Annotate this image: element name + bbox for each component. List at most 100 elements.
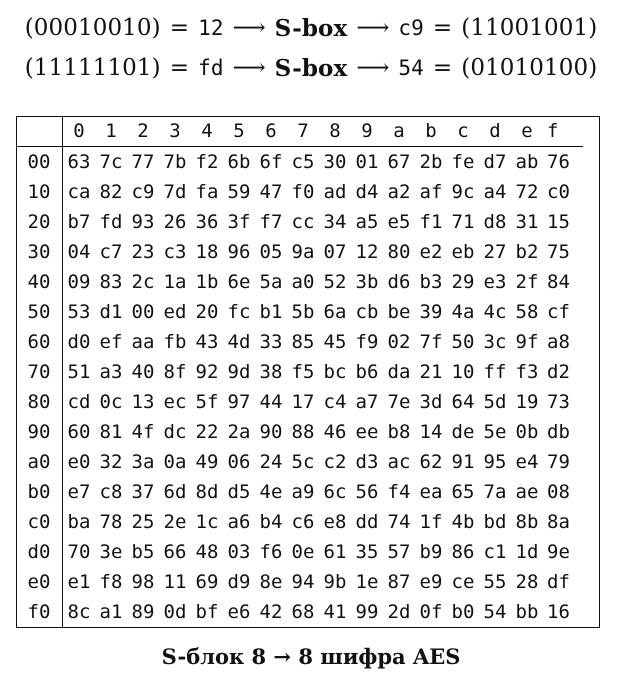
sbox-cell: 6f	[259, 151, 283, 173]
sbox-cell: 6e	[227, 271, 251, 293]
sbox-cell: eb	[451, 241, 475, 263]
sbox-cell: de	[451, 421, 475, 443]
formula-line-1: (00010010) = 12 ⟶ S-box ⟶ c9 = (11001001…	[0, 8, 622, 48]
sbox-cell: 37	[131, 481, 155, 503]
sbox-cell: 44	[259, 391, 283, 413]
sbox-cell: 06	[227, 451, 251, 473]
sbox-cell: f0	[291, 181, 315, 203]
sbox-cell: 0e	[291, 541, 315, 563]
sbox-cell: 41	[323, 601, 347, 623]
sbox-cell: 66	[163, 541, 187, 563]
sbox-cell: 77	[131, 151, 155, 173]
row-header: 40	[16, 267, 63, 297]
sbox-cell: 1d	[515, 541, 539, 563]
sbox-cell: 08	[547, 481, 570, 503]
sbox-cell: 3e	[99, 541, 123, 563]
sbox-cell: dc	[163, 421, 187, 443]
sbox-cell: 5e	[483, 421, 507, 443]
formula-input-binary: (00010010)	[24, 15, 161, 41]
sbox-cell: 02	[387, 331, 411, 353]
row-header: 90	[16, 417, 63, 447]
sbox-cell: c0	[547, 181, 570, 203]
sbox-cell: 2e	[163, 511, 187, 533]
row-header: 70	[16, 357, 63, 387]
sbox-cell: 4e	[259, 481, 283, 503]
sbox-cell: 79	[547, 451, 570, 473]
sbox-cell: 1b	[195, 271, 219, 293]
sbox-cell: ac	[387, 451, 411, 473]
sbox-cell: ad	[323, 181, 347, 203]
sbox-cell: d5	[227, 481, 251, 503]
sbox-cell: a2	[387, 181, 411, 203]
row-header: d0	[16, 537, 63, 567]
sbox-cell: 4d	[227, 331, 251, 353]
sbox-cell: 91	[451, 451, 475, 473]
column-header: 0	[62, 116, 95, 147]
sbox-cell: bd	[483, 511, 507, 533]
sbox-cell: ec	[163, 391, 187, 413]
sbox-cell: 42	[259, 601, 283, 623]
sbox-cell: 71	[451, 211, 475, 233]
sbox-cell: 53	[67, 301, 91, 323]
sbox-cell: 24	[259, 451, 283, 473]
sbox-cell: 2b	[419, 151, 443, 173]
sbox-cell: 01	[355, 151, 379, 173]
sbox-cell: 4f	[131, 421, 155, 443]
formula-output-hex: c9	[398, 16, 424, 40]
row-header: 80	[16, 387, 63, 417]
sbox-cell: 21	[419, 361, 443, 383]
sbox-cell: 52	[323, 271, 347, 293]
sbox-cell: 51	[67, 361, 91, 383]
sbox-cell: a4	[483, 181, 507, 203]
sbox-cell: c9	[131, 181, 155, 203]
row-header: 00	[16, 146, 63, 177]
sbox-table-body: 00 63 7c 77 7b f2 6b 6f c5 30 01 67 2b fe d7 ab 76 10 ca 82…	[16, 146, 583, 627]
sbox-cell: 8b	[515, 511, 539, 533]
column-header: 8	[319, 116, 351, 147]
column-header: 6	[255, 116, 287, 147]
sbox-cell: d2	[547, 361, 570, 383]
sbox-cell: 93	[131, 211, 155, 233]
formula-output-binary: (01010100)	[461, 55, 598, 81]
column-header: d	[479, 116, 511, 147]
sbox-cell: a8	[547, 331, 570, 353]
sbox-cell: 27	[483, 241, 507, 263]
sbox-cell: 6b	[227, 151, 251, 173]
row-header: 30	[16, 237, 63, 267]
table-corner-cell	[16, 116, 63, 147]
formula-equals-sign: =	[432, 55, 453, 81]
sbox-cell: 22	[195, 421, 219, 443]
sbox-cell: b1	[259, 301, 283, 323]
sbox-cell: d3	[355, 451, 379, 473]
column-header: 2	[127, 116, 159, 147]
sbox-cell: fd	[99, 211, 123, 233]
sbox-cell: d8	[483, 211, 507, 233]
sbox-cell: b2	[515, 241, 539, 263]
table-row: 30 04 c7 23 c3 18 96 05 9a 07 12 80 e2 eb 27 b2 75	[16, 237, 583, 267]
column-header: 4	[191, 116, 223, 147]
table-row: b0 e7 c8 37 6d 8d d5 4e a9 6c 56 f4 ea 65 7a ae 08	[16, 477, 583, 507]
sbox-cell: e1	[67, 571, 91, 593]
table-row: 90 60 81 4f dc 22 2a 90 88 46 ee b8 14 de 5e 0b db	[16, 417, 583, 447]
sbox-cell: dd	[355, 511, 379, 533]
sbox-cell: e4	[515, 451, 539, 473]
sbox-cell: 14	[419, 421, 443, 443]
column-header: a	[383, 116, 415, 147]
sbox-cell: 1a	[163, 271, 187, 293]
sbox-cell: f4	[387, 481, 411, 503]
sbox-cell: a6	[227, 511, 251, 533]
row-header: c0	[16, 507, 63, 537]
figure-caption: S-блок 8 → 8 шифра AES	[161, 644, 461, 669]
sbox-cell: cb	[355, 301, 379, 323]
column-header: e	[511, 116, 543, 147]
row-header: a0	[16, 447, 63, 477]
sbox-cell: 17	[291, 391, 315, 413]
sbox-cell: 7f	[419, 331, 443, 353]
sbox-cell: 10	[451, 361, 475, 383]
sbox-cell: 33	[259, 331, 283, 353]
sbox-cell: 5d	[483, 391, 507, 413]
sbox-cell: 6a	[323, 301, 347, 323]
sbox-cell: 60	[67, 421, 91, 443]
sbox-cell: ce	[451, 571, 475, 593]
sbox-cell: b9	[419, 541, 443, 563]
